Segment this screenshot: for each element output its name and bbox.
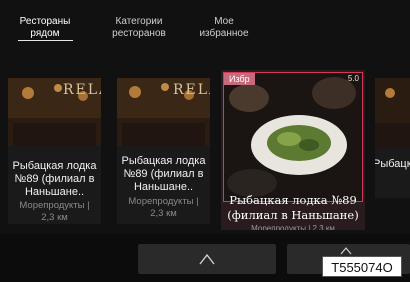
chevron-up-icon <box>340 247 352 255</box>
restaurant-name: Рыбацкая лодка №89 (филиал в Наньшане.. <box>121 155 206 193</box>
restaurant-card-selected[interactable]: Избр 5.0 Рыбацкая лодка №89 (филиал в На… <box>221 70 365 230</box>
restaurant-photo <box>223 72 363 202</box>
tab-underline <box>18 40 73 41</box>
chevron-up-icon <box>199 253 215 265</box>
tab-restaurants-nearby[interactable]: Рестораны рядом <box>10 16 80 42</box>
scroll-up-button[interactable] <box>138 244 276 274</box>
restaurant-card[interactable]: RELA Рыбацкая лодка №89 (филиал в Наньша… <box>117 78 210 224</box>
restaurant-photo: RELA <box>117 78 210 148</box>
restaurant-name: Рыбацк ая <box>375 158 410 170</box>
sign-text: RELA <box>173 82 210 98</box>
restaurant-distance: 2,3 км <box>41 212 68 223</box>
restaurant-meta: Морепродукты | 2,3 км <box>251 224 335 230</box>
sign-text: RELA <box>63 82 101 98</box>
restaurant-name: Рыбацкая лодка №89 (филиал в Наньшане) <box>227 193 359 222</box>
restaurant-card[interactable]: RELA Рыбацкая лодка №89 (филиал в Наньша… <box>8 78 101 224</box>
tab-my-favorites[interactable]: Мое избранное <box>194 16 254 42</box>
tab-label: Рестораны рядом <box>19 16 71 39</box>
restaurant-photo: RELA <box>8 78 101 148</box>
restaurant-photo <box>375 78 410 148</box>
favorite-badge: Избр <box>224 73 255 85</box>
restaurant-category: Морепродукты | <box>128 196 199 207</box>
restaurant-distance: 2,3 км <box>150 208 177 219</box>
watermark-label: T555074O <box>322 256 402 277</box>
card-info-panel <box>375 148 410 198</box>
tab-label: Категории ресторанов <box>112 16 166 39</box>
rating-value: 5.0 <box>347 74 359 83</box>
restaurant-category: Морепродукты | <box>19 200 90 211</box>
tab-restaurant-categories[interactable]: Категории ресторанов <box>104 16 174 42</box>
restaurant-name: Рыбацкая лодка №89 (филиал в Наньшане.. <box>12 160 97 198</box>
tab-label: Мое избранное <box>199 16 249 39</box>
restaurant-card[interactable]: Рыбацк ая <box>375 78 410 198</box>
